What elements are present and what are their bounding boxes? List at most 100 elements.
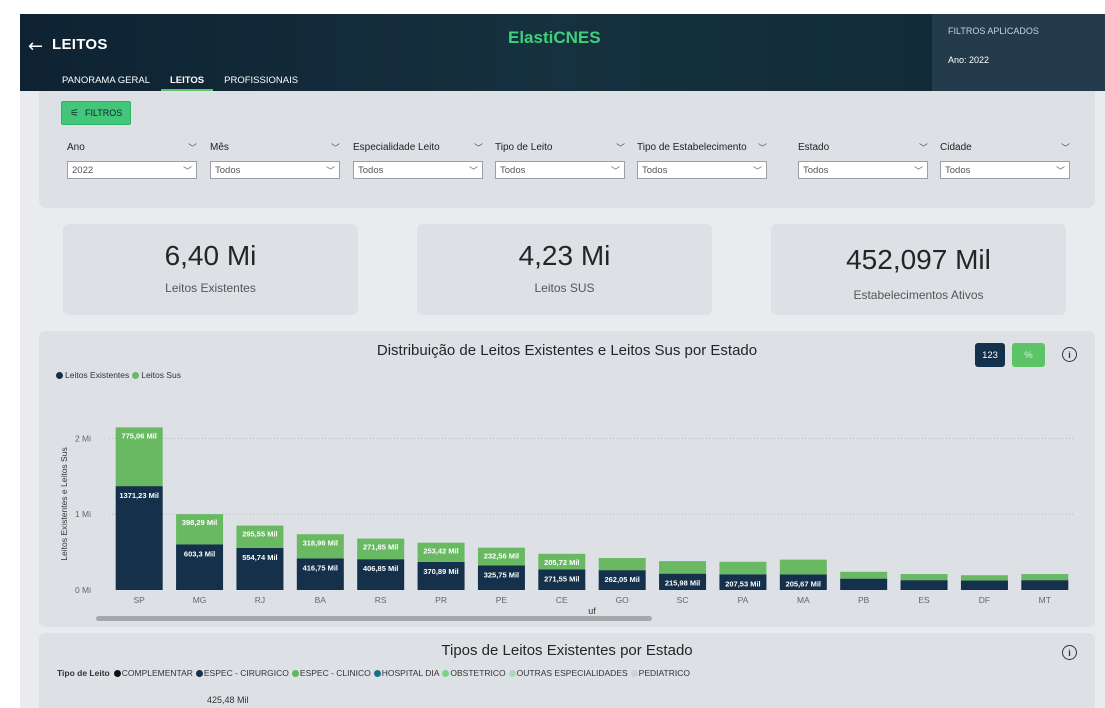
filters-applied-value: Ano: 2022 bbox=[948, 55, 990, 65]
chevron-down-icon[interactable]: ﹀ bbox=[919, 141, 928, 154]
brand-logo: ElastiCNES bbox=[508, 28, 601, 47]
slicer-dropdown[interactable]: Todos ﹀ bbox=[798, 161, 928, 179]
slicer-dropdown[interactable]: Todos ﹀ bbox=[353, 161, 483, 179]
bar-leitos-existentes bbox=[115, 486, 163, 590]
slicer-header[interactable]: Tipo de Leito ﹀ bbox=[495, 139, 625, 155]
x-tick-label: ES bbox=[918, 595, 930, 605]
kpi-value: 4,23 Mi bbox=[518, 240, 611, 271]
kpi-card-estabelecimentos: 452,097 Mil Estabelecimentos Ativos bbox=[771, 224, 1066, 315]
data-label: 232,56 Mil bbox=[484, 552, 519, 561]
data-label: 398,29 Mil bbox=[182, 518, 217, 527]
back-arrow-icon[interactable]: ← bbox=[28, 36, 43, 57]
slicer-header[interactable]: Cidade ﹀ bbox=[940, 139, 1070, 155]
data-label: 406,85 Mil bbox=[363, 564, 398, 573]
bar-leitos-sus bbox=[779, 559, 827, 575]
legend-label: PEDIATRICO bbox=[638, 668, 690, 678]
types-legend: Tipo de Leito COMPLEMENTAR ESPEC - CIRURG… bbox=[57, 668, 693, 678]
data-label: 370,89 Mil bbox=[423, 567, 458, 576]
info-icon[interactable]: i bbox=[1062, 645, 1077, 660]
legend-label: HOSPITAL DIA bbox=[381, 668, 440, 678]
y-tick-label: 2 Mi bbox=[75, 433, 91, 443]
data-label: 271,85 Mil bbox=[363, 543, 398, 552]
x-tick-label: MA bbox=[797, 595, 810, 605]
filter-panel: ⚟ FILTROS Ano ﹀ 2022 ﹀ Mês ﹀ Todos ﹀ Especialida… bbox=[39, 91, 1095, 208]
slicer-dropdown[interactable]: Todos ﹀ bbox=[495, 161, 625, 179]
slicer-value: Todos bbox=[358, 164, 384, 176]
kpi-card-leitos-existentes: 6,40 Mi Leitos Existentes bbox=[63, 224, 358, 315]
chart-title: Tipos de Leitos Existentes por Estado bbox=[441, 642, 693, 659]
x-tick-label: SC bbox=[677, 595, 689, 605]
x-tick-label: PE bbox=[496, 595, 508, 605]
data-label: 262,05 Mil bbox=[604, 575, 639, 584]
tab-panorama-geral[interactable]: PANORAMA GERAL bbox=[62, 71, 150, 92]
slicer-dropdown[interactable]: Todos ﹀ bbox=[940, 161, 1070, 179]
chevron-down-icon[interactable]: ﹀ bbox=[1061, 141, 1070, 154]
slicer-tipo-de-estabelecimento[interactable]: Tipo de Estabelecimento ﹀ Todos ﹀ bbox=[637, 139, 767, 179]
slicer-dropdown[interactable]: 2022 ﹀ bbox=[67, 161, 197, 179]
slicer-header[interactable]: Especialidade Leito ﹀ bbox=[353, 139, 483, 155]
types-chart-panel: Tipos de Leitos Existentes por Estado i … bbox=[39, 633, 1095, 708]
page-title: LEITOS bbox=[52, 36, 108, 53]
chevron-down-icon[interactable]: ﹀ bbox=[326, 164, 335, 177]
chevron-down-icon[interactable]: ﹀ bbox=[188, 141, 197, 154]
legend-dot bbox=[113, 669, 121, 677]
chevron-down-icon[interactable]: ﹀ bbox=[474, 141, 483, 154]
slicer-label: Tipo de Leito bbox=[495, 141, 553, 153]
chevron-down-icon[interactable]: ﹀ bbox=[183, 164, 192, 177]
filters-button-label: FILTROS bbox=[84, 108, 123, 118]
slicer-header[interactable]: Estado ﹀ bbox=[798, 139, 928, 155]
chevron-down-icon[interactable]: ﹀ bbox=[758, 141, 767, 154]
data-label: 325,75 Mil bbox=[484, 570, 519, 579]
chevron-down-icon[interactable]: ﹀ bbox=[611, 164, 620, 177]
slicer-header[interactable]: Ano ﹀ bbox=[67, 139, 197, 155]
x-tick-label: RS bbox=[375, 595, 387, 605]
legend-label: OBSTETRICO bbox=[450, 668, 506, 678]
data-label: 1371,23 Mil bbox=[119, 491, 159, 500]
tab-profissionais[interactable]: PROFISSIONAIS bbox=[224, 71, 298, 92]
slicer-tipo-de-leito[interactable]: Tipo de Leito ﹀ Todos ﹀ bbox=[495, 139, 625, 179]
legend-item: ESPEC - CIRURGICO bbox=[195, 668, 289, 678]
bar-leitos-existentes bbox=[1021, 580, 1069, 590]
slicer-value: Todos bbox=[500, 164, 526, 176]
chevron-down-icon[interactable]: ﹀ bbox=[616, 141, 625, 154]
chevron-down-icon[interactable]: ﹀ bbox=[469, 164, 478, 177]
x-tick-label: BA bbox=[315, 595, 327, 605]
chevron-down-icon[interactable]: ﹀ bbox=[331, 141, 340, 154]
slicer-cidade[interactable]: Cidade ﹀ Todos ﹀ bbox=[940, 139, 1070, 179]
filters-button[interactable]: ⚟ FILTROS bbox=[61, 101, 131, 125]
kpi-label: Leitos Existentes bbox=[165, 281, 256, 295]
slicer-dropdown[interactable]: Todos ﹀ bbox=[210, 161, 340, 179]
slicer-label: Tipo de Estabelecimento bbox=[637, 141, 747, 153]
slicer-ano[interactable]: Ano ﹀ 2022 ﹀ bbox=[67, 139, 197, 179]
x-tick-label: DF bbox=[979, 595, 990, 605]
kpi-label: Leitos SUS bbox=[534, 281, 595, 295]
chart-scrollbar[interactable] bbox=[96, 616, 652, 621]
slicer-label: Mês bbox=[210, 141, 229, 153]
x-axis-title: uf bbox=[588, 606, 596, 616]
slicer-header[interactable]: Mês ﹀ bbox=[210, 139, 340, 155]
slicer-label: Cidade bbox=[940, 141, 972, 153]
slicer-m-s[interactable]: Mês ﹀ Todos ﹀ bbox=[210, 139, 340, 179]
slicer-dropdown[interactable]: Todos ﹀ bbox=[637, 161, 767, 179]
kpi-value: 452,097 Mil bbox=[846, 244, 991, 275]
slicer-estado[interactable]: Estado ﹀ Todos ﹀ bbox=[798, 139, 928, 179]
slicer-label: Estado bbox=[798, 141, 830, 153]
legend-dot bbox=[508, 669, 516, 677]
bar-leitos-sus bbox=[1021, 574, 1069, 581]
chevron-down-icon[interactable]: ﹀ bbox=[753, 164, 762, 177]
data-label: 554,74 Mil bbox=[242, 553, 277, 562]
legend-item: COMPLEMENTAR bbox=[113, 668, 193, 678]
bar-leitos-sus bbox=[719, 561, 767, 575]
header-bar: ← LEITOS ElastiCNES PANORAMA GERAL LEITO… bbox=[20, 14, 1105, 92]
slicer-especialidade-leito[interactable]: Especialidade Leito ﹀ Todos ﹀ bbox=[353, 139, 483, 179]
bar-leitos-existentes bbox=[960, 580, 1008, 590]
sliders-icon: ⚟ bbox=[70, 107, 79, 119]
legend-item: ESPEC - CLINICO bbox=[291, 668, 371, 678]
legend-item: PEDIATRICO bbox=[630, 668, 690, 678]
tab-leitos[interactable]: LEITOS bbox=[161, 71, 214, 92]
slicer-header[interactable]: Tipo de Estabelecimento ﹀ bbox=[637, 139, 767, 155]
chevron-down-icon[interactable]: ﹀ bbox=[914, 164, 923, 177]
chevron-down-icon[interactable]: ﹀ bbox=[1056, 164, 1065, 177]
x-tick-label: MT bbox=[1039, 595, 1051, 605]
data-label: 603,3 Mil bbox=[184, 549, 215, 558]
